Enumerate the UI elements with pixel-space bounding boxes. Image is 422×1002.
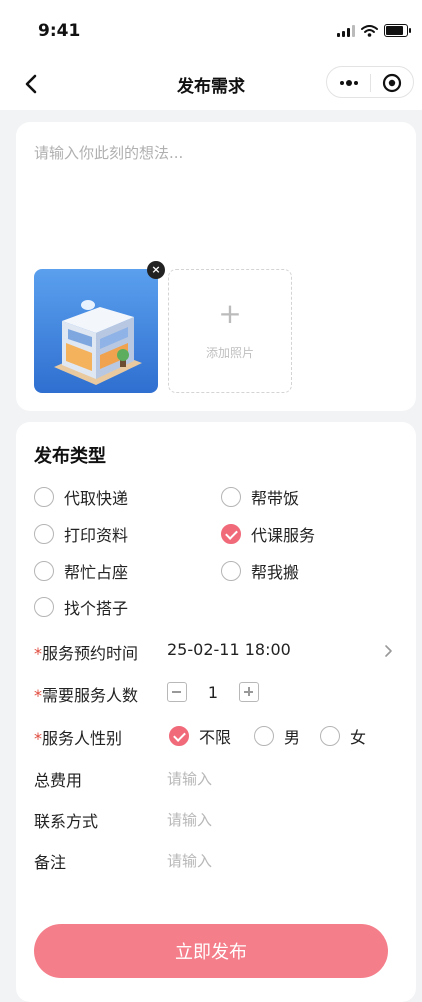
radio-icon — [320, 726, 340, 746]
type-section-title: 发布类型 — [34, 446, 106, 467]
type-option-print[interactable]: 打印资料 — [34, 522, 128, 546]
service-time-value[interactable]: 25-02-11 18:00 — [167, 640, 291, 659]
uploaded-photo[interactable] — [34, 269, 158, 393]
increment-button[interactable] — [239, 682, 259, 702]
radio-icon — [34, 597, 54, 617]
add-photo-label: 添加照片 — [205, 346, 254, 360]
service-time-label: *服务预约时间 — [34, 640, 138, 664]
decrement-button[interactable] — [167, 682, 187, 702]
type-option-label: 帮带饭 — [251, 489, 300, 508]
more-dots-icon[interactable] — [335, 71, 363, 95]
battery-icon — [384, 24, 411, 37]
type-option-seat[interactable]: 帮忙占座 — [34, 559, 128, 583]
nav-bar: 发布需求 — [0, 58, 422, 110]
required-mark: * — [34, 686, 42, 705]
gender-option-label: 不限 — [199, 728, 232, 747]
type-option-class[interactable]: 代课服务 — [221, 522, 315, 546]
remove-photo-button[interactable]: × — [147, 261, 165, 279]
type-option-express[interactable]: 代取快递 — [34, 485, 128, 509]
gender-option-label: 男 — [284, 728, 301, 747]
fee-label: 总费用 — [34, 771, 83, 790]
service-time-label-text: 服务预约时间 — [42, 644, 139, 663]
required-mark: * — [34, 729, 42, 748]
note-input[interactable]: 请输入 — [167, 850, 212, 871]
type-option-label: 找个搭子 — [64, 599, 129, 618]
status-bar: 9:41 — [0, 0, 422, 58]
radio-icon — [34, 561, 54, 581]
gender-option-any[interactable]: 不限 — [169, 724, 231, 748]
signal-icon — [337, 24, 355, 37]
gender-option-label: 女 — [350, 728, 367, 747]
add-photo-button[interactable]: + 添加照片 — [168, 269, 292, 393]
house-image — [34, 269, 158, 393]
type-option-label: 帮忙占座 — [64, 563, 129, 582]
required-mark: * — [34, 644, 42, 663]
thought-input[interactable] — [34, 142, 394, 262]
contact-input[interactable]: 请输入 — [167, 809, 212, 830]
service-count-label: *需要服务人数 — [34, 682, 138, 706]
type-option-label: 代取快递 — [64, 489, 129, 508]
radio-icon — [34, 487, 54, 507]
radio-icon — [254, 726, 274, 746]
note-label: 备注 — [34, 853, 67, 872]
wifi-icon — [361, 24, 378, 37]
fee-input[interactable]: 请输入 — [167, 768, 212, 789]
quantity-value[interactable]: 1 — [187, 683, 239, 702]
status-icons — [337, 24, 411, 37]
chevron-right-icon[interactable] — [384, 644, 394, 658]
gender-label: *服务人性别 — [34, 725, 122, 749]
form-card: 发布类型 代取快递 帮带饭 打印资料 代课服务 帮忙占座 帮我搬 找个搭子 *服… — [16, 422, 416, 1002]
type-option-label: 代课服务 — [251, 526, 316, 545]
submit-button[interactable]: 立即发布 — [34, 924, 388, 978]
type-option-food[interactable]: 帮带饭 — [221, 485, 299, 509]
capsule-divider — [370, 74, 371, 92]
gender-label-text: 服务人性别 — [42, 729, 123, 748]
plus-icon: + — [218, 297, 242, 330]
type-option-label: 打印资料 — [64, 526, 129, 545]
service-count-label-text: 需要服务人数 — [42, 686, 139, 705]
status-time: 9:41 — [38, 21, 81, 41]
gender-option-female[interactable]: 女 — [320, 724, 366, 748]
radio-checked-icon — [169, 726, 189, 746]
quantity-stepper: 1 — [167, 681, 259, 703]
gender-option-male[interactable]: 男 — [254, 724, 300, 748]
contact-label: 联系方式 — [34, 812, 99, 831]
radio-icon — [221, 487, 241, 507]
type-option-buddy[interactable]: 找个搭子 — [34, 595, 128, 619]
post-content-card: × + 添加照片 — [16, 122, 416, 411]
radio-icon — [34, 524, 54, 544]
radio-checked-icon — [221, 524, 241, 544]
target-close-icon[interactable] — [378, 71, 406, 95]
type-option-move[interactable]: 帮我搬 — [221, 559, 299, 583]
radio-icon — [221, 561, 241, 581]
mini-program-capsule — [326, 66, 414, 98]
type-option-label: 帮我搬 — [251, 563, 300, 582]
